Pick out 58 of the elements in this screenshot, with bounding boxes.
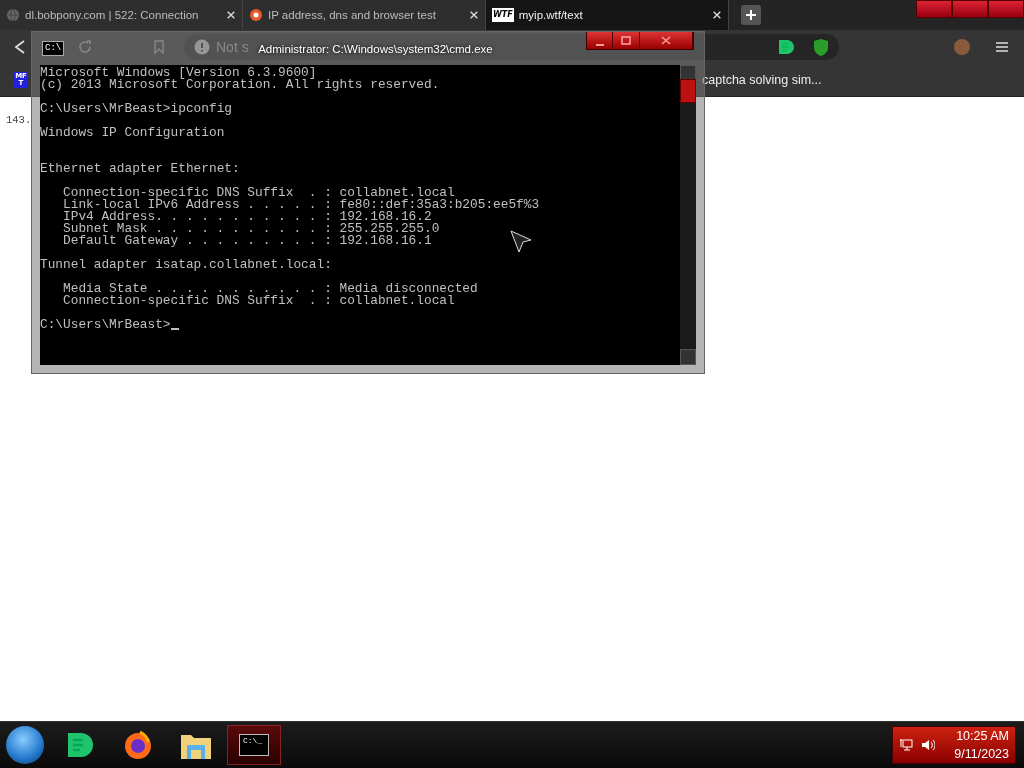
maximize-button[interactable] xyxy=(952,0,988,18)
mouse-pointer-icon xyxy=(510,230,534,254)
close-icon[interactable] xyxy=(226,10,236,20)
globe-icon xyxy=(6,8,20,22)
tab-title: dl.bobpony.com | 522: Connection xyxy=(25,9,200,21)
clock-time[interactable]: 10:25 AM xyxy=(956,727,1009,745)
taskbar-button[interactable]: C:\_ xyxy=(227,725,281,765)
cmd-icon[interactable]: C:\ xyxy=(42,41,65,56)
console-line: Connection-specific DNS Suffix . : collabnet.local xyxy=(62,187,455,199)
site-icon xyxy=(249,8,263,22)
console-line: Media State . . . . . . . . . . . : Media disconnected xyxy=(62,283,478,295)
console-line: IPv4 Address. . . . . . . . . . . : 192.168.16.2 xyxy=(62,211,432,223)
maximize-icon xyxy=(621,36,631,45)
close-icon[interactable] xyxy=(469,10,479,20)
console-line: Windows IP Configuration xyxy=(40,127,225,139)
close-icon[interactable] xyxy=(712,10,722,20)
minimize-button[interactable] xyxy=(916,0,952,18)
back-icon[interactable] xyxy=(14,40,26,54)
start-button[interactable] xyxy=(6,726,44,764)
console-line: C:\Users\MrBeast> xyxy=(40,319,171,331)
text-cursor xyxy=(170,328,179,330)
chat-icon[interactable] xyxy=(777,38,795,56)
chat-icon xyxy=(65,730,95,760)
network-icon[interactable] xyxy=(899,738,913,752)
menu-icon[interactable] xyxy=(996,41,1008,53)
page-text: 143. xyxy=(6,114,32,126)
tab-title: myip.wtf/text xyxy=(518,9,584,21)
console-line: Default Gateway . . . . . . . . . : 192.168.16.1 xyxy=(62,235,432,247)
close-button[interactable] xyxy=(988,0,1024,18)
console-line: Subnet Mask . . . . . . . . . . . : 255.255.255.0 xyxy=(62,223,440,235)
window-title: Administrator: C:\Windows\system32\cmd.exe xyxy=(258,42,493,55)
site-icon: WTF xyxy=(492,8,514,22)
plus-icon xyxy=(745,9,757,21)
close-icon xyxy=(661,36,671,45)
console-line: Connection-specific DNS Suffix . : collabnet.local xyxy=(62,295,455,307)
bookmark-link[interactable]: captcha solving sim... xyxy=(702,73,822,87)
console-line: Tunnel adapter isatap.collabnet.local: xyxy=(40,259,332,271)
console-line: Link-local IPv6 Address . . . . . : fe80::def:35a3:b205:ee5f%3 xyxy=(62,199,540,211)
terminal-icon: C:\_ xyxy=(239,734,269,756)
info-icon xyxy=(194,39,210,55)
firefox-icon xyxy=(122,729,154,761)
browser-tab[interactable]: IP address, dns and browser test xyxy=(243,0,486,30)
clock-date[interactable]: 9/11/2023 xyxy=(954,745,1009,763)
browser-tab[interactable]: dl.bobpony.com | 522: Connection xyxy=(0,0,243,30)
close-button[interactable] xyxy=(640,32,693,49)
maximize-button[interactable] xyxy=(613,32,640,49)
new-tab-button[interactable] xyxy=(741,5,761,25)
console-line: C:\Users\MrBeast>ipconfig xyxy=(40,103,232,115)
scrollbar-thumb[interactable] xyxy=(680,79,696,103)
minimize-icon xyxy=(595,44,604,46)
console-line: (c) 2013 Microsoft Corporation. All rights reserved. xyxy=(40,79,440,91)
console-line: Microsoft Windows [Version 6.3.9600] xyxy=(40,67,317,79)
minimize-button[interactable] xyxy=(587,32,613,49)
console-line: Ethernet adapter Ethernet: xyxy=(40,163,240,175)
tab-title: IP address, dns and browser test xyxy=(268,9,437,21)
browser-tab[interactable]: WTF myip.wtf/text xyxy=(486,0,729,30)
speaker-icon[interactable] xyxy=(921,738,935,752)
shield-icon[interactable] xyxy=(813,38,829,56)
